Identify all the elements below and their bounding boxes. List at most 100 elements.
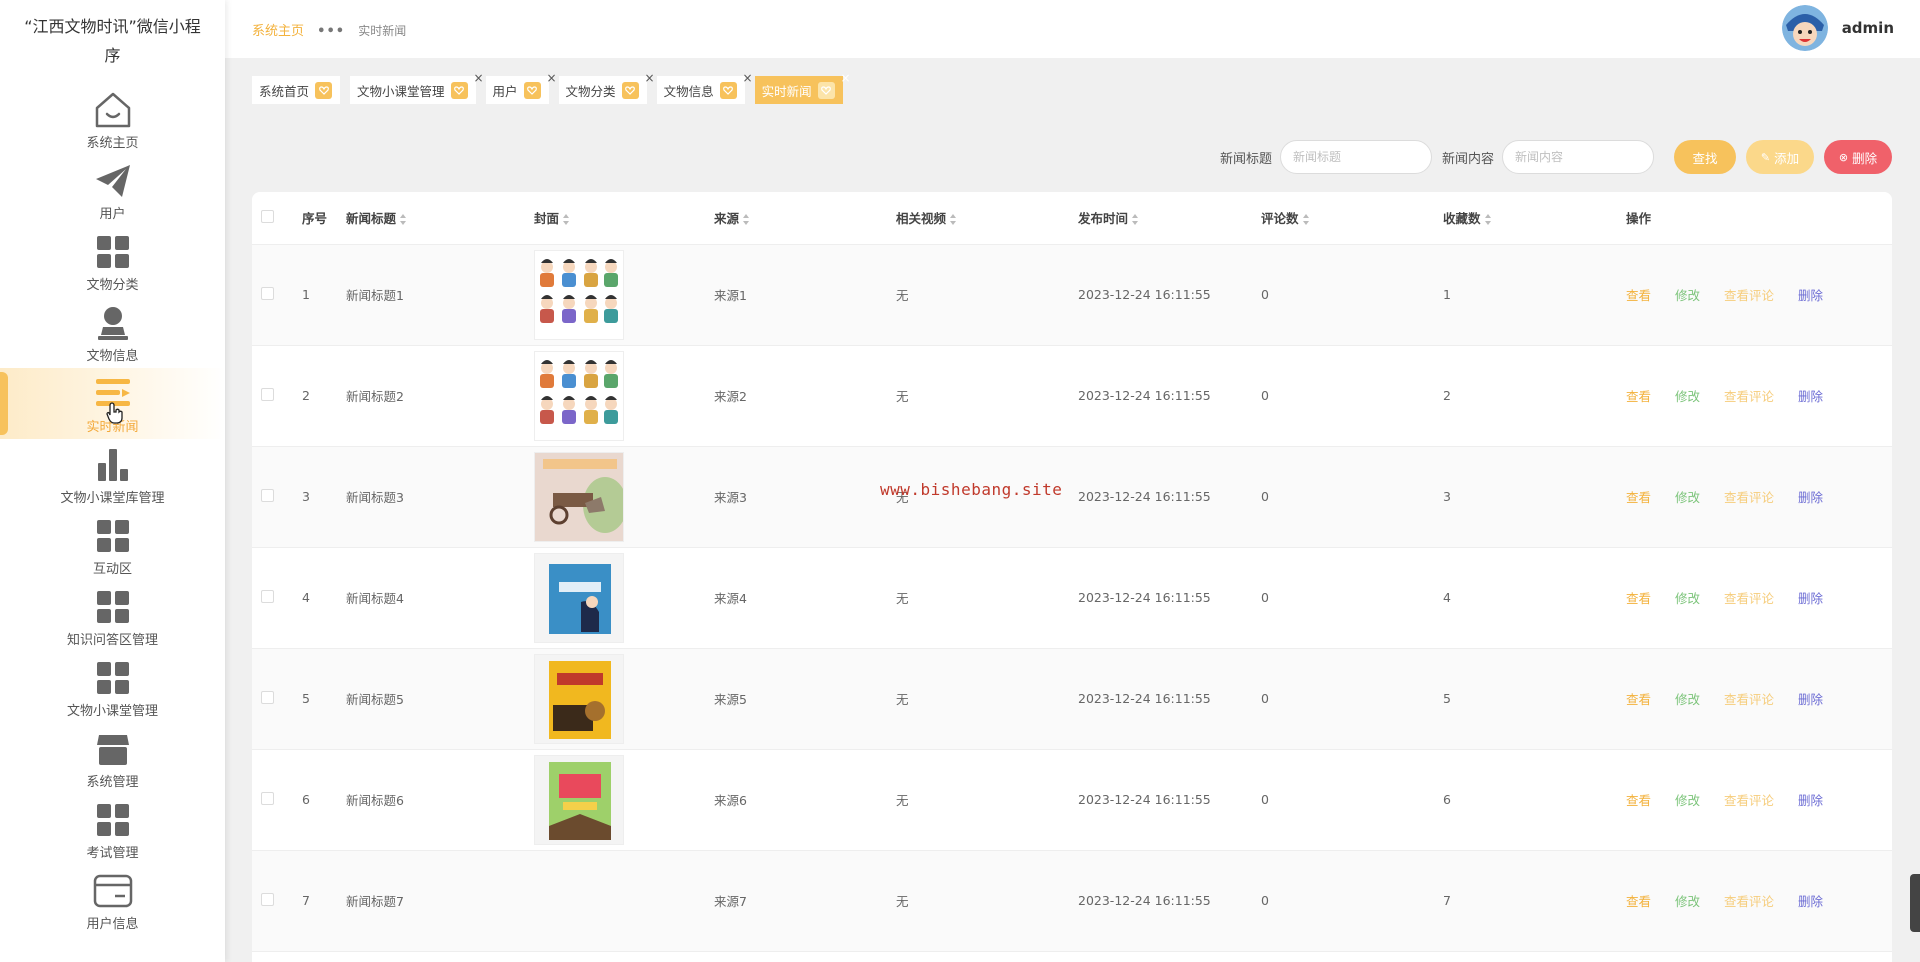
- col-comments[interactable]: 评论数: [1261, 192, 1443, 245]
- cover-image[interactable]: [534, 350, 624, 441]
- col-title[interactable]: 新闻标题: [346, 192, 534, 245]
- sort-icon[interactable]: [400, 214, 407, 226]
- row-checkbox[interactable]: [261, 690, 274, 704]
- row-time: 2023-12-24 16:11:55: [1078, 446, 1261, 548]
- col-cover[interactable]: 封面: [534, 192, 714, 245]
- delete-link[interactable]: 删除: [1798, 591, 1823, 606]
- edit-link[interactable]: 修改: [1675, 692, 1700, 707]
- cover-image[interactable]: [534, 249, 624, 340]
- news-title-input[interactable]: [1279, 140, 1432, 174]
- edit-link[interactable]: 修改: [1675, 793, 1700, 808]
- col-source[interactable]: 来源: [714, 192, 896, 245]
- username[interactable]: admin: [1842, 19, 1894, 37]
- col-favorites[interactable]: 收藏数: [1443, 192, 1626, 245]
- edit-link[interactable]: 修改: [1675, 288, 1700, 303]
- search-button[interactable]: 查找: [1674, 140, 1736, 174]
- cover-image[interactable]: [534, 754, 624, 845]
- row-select-cell: [252, 850, 302, 952]
- sidebar-item-live-news[interactable]: 实时新闻: [0, 368, 225, 439]
- grid-icon: [91, 230, 135, 274]
- edit-link[interactable]: 修改: [1675, 389, 1700, 404]
- close-icon[interactable]: ×: [546, 71, 556, 85]
- sidebar-item-users[interactable]: 用户: [0, 155, 225, 226]
- close-icon[interactable]: ×: [841, 71, 851, 85]
- row-checkbox[interactable]: [261, 892, 274, 906]
- view-link[interactable]: 查看: [1626, 894, 1651, 909]
- sidebar-item-relic-info[interactable]: 文物信息: [0, 297, 225, 368]
- delete-link[interactable]: 删除: [1798, 389, 1823, 404]
- sidebar-item-user-info[interactable]: 用户信息: [0, 865, 225, 936]
- cover-image[interactable]: [534, 653, 624, 744]
- view-comments-link[interactable]: 查看评论: [1724, 692, 1774, 707]
- sidebar-item-label: 文物小课堂库管理: [60, 491, 165, 506]
- sidebar-item-relic-categories[interactable]: 文物分类: [0, 226, 225, 297]
- row-checkbox[interactable]: [261, 387, 274, 401]
- sidebar-item-class-library[interactable]: 文物小课堂库管理: [0, 439, 225, 510]
- view-link[interactable]: 查看: [1626, 793, 1651, 808]
- sort-icon[interactable]: [563, 214, 570, 226]
- sidebar-item-exam[interactable]: 考试管理: [0, 794, 225, 865]
- delete-link[interactable]: 删除: [1798, 894, 1823, 909]
- delete-link[interactable]: 删除: [1798, 793, 1823, 808]
- close-icon[interactable]: ×: [743, 71, 753, 85]
- sort-icon[interactable]: [950, 214, 957, 226]
- sort-icon[interactable]: [1302, 214, 1310, 226]
- sidebar-item-qa[interactable]: 知识问答区管理: [0, 581, 225, 652]
- user-menu[interactable]: admin: [1781, 5, 1894, 51]
- view-comments-link[interactable]: 查看评论: [1724, 894, 1774, 909]
- breadcrumb-separator: •••: [317, 23, 346, 39]
- heart-icon: [450, 81, 468, 99]
- row-checkbox[interactable]: [261, 286, 274, 300]
- sort-icon[interactable]: [1132, 214, 1139, 226]
- delete-link[interactable]: 删除: [1798, 692, 1823, 707]
- edit-link[interactable]: 修改: [1675, 591, 1700, 606]
- cover-image[interactable]: [534, 451, 624, 542]
- row-index: 4: [302, 547, 346, 649]
- select-all-checkbox[interactable]: [261, 209, 274, 223]
- tab-relic-categories[interactable]: 文物分类 ×: [558, 71, 655, 104]
- view-comments-link[interactable]: 查看评论: [1724, 389, 1774, 404]
- delete-button[interactable]: ⊗ 删除: [1824, 140, 1892, 174]
- scroll-handle[interactable]: [1910, 874, 1920, 932]
- sidebar-item-interaction[interactable]: 互动区: [0, 510, 225, 581]
- view-link[interactable]: 查看: [1626, 389, 1651, 404]
- col-time[interactable]: 发布时间: [1078, 192, 1261, 245]
- view-comments-link[interactable]: 查看评论: [1724, 288, 1774, 303]
- avatar[interactable]: [1781, 5, 1828, 51]
- sidebar-item-system[interactable]: 系统管理: [0, 723, 225, 794]
- tab-relic-info[interactable]: 文物信息 ×: [656, 71, 753, 104]
- row-checkbox[interactable]: [261, 589, 274, 603]
- delete-link[interactable]: 删除: [1798, 288, 1823, 303]
- tab-system-home[interactable]: 系统首页: [252, 76, 341, 104]
- cover-image[interactable]: [534, 552, 624, 643]
- row-checkbox[interactable]: [261, 791, 274, 805]
- view-link[interactable]: 查看: [1626, 692, 1651, 707]
- tab-users[interactable]: 用户 ×: [485, 71, 557, 104]
- news-content-input[interactable]: [1502, 140, 1654, 174]
- delete-link[interactable]: 删除: [1798, 490, 1823, 505]
- breadcrumb-home[interactable]: 系统主页: [252, 24, 304, 39]
- col-video[interactable]: 相关视频: [896, 192, 1078, 245]
- row-checkbox[interactable]: [261, 488, 274, 502]
- sidebar-item-class-management[interactable]: 文物小课堂管理: [0, 652, 225, 723]
- view-link[interactable]: 查看: [1626, 591, 1651, 606]
- sort-icon[interactable]: [1484, 214, 1492, 226]
- view-comments-link[interactable]: 查看评论: [1724, 490, 1774, 505]
- row-time: 2023-12-24 16:11:55: [1078, 345, 1261, 447]
- tab-live-news[interactable]: 实时新闻 ×: [754, 71, 851, 104]
- view-link[interactable]: 查看: [1626, 490, 1651, 505]
- sidebar-item-label: 知识问答区管理: [66, 633, 158, 648]
- row-select-cell: [252, 749, 302, 851]
- view-comments-link[interactable]: 查看评论: [1724, 591, 1774, 606]
- sidebar-item-home[interactable]: 系统主页: [0, 84, 225, 155]
- close-icon[interactable]: ×: [473, 71, 483, 85]
- tab-class-management[interactable]: 文物小课堂管理 ×: [350, 71, 484, 104]
- close-icon[interactable]: ×: [645, 71, 655, 85]
- add-button[interactable]: ✎ 添加: [1746, 140, 1814, 174]
- edit-link[interactable]: 修改: [1675, 490, 1700, 505]
- news-table: 序号 新闻标题 封面 来源 相关视频 发布时间 评论数 收藏数 操作 1 新闻标…: [252, 192, 1892, 962]
- view-comments-link[interactable]: 查看评论: [1724, 793, 1774, 808]
- view-link[interactable]: 查看: [1626, 288, 1651, 303]
- edit-link[interactable]: 修改: [1675, 894, 1700, 909]
- sort-icon[interactable]: [743, 214, 750, 226]
